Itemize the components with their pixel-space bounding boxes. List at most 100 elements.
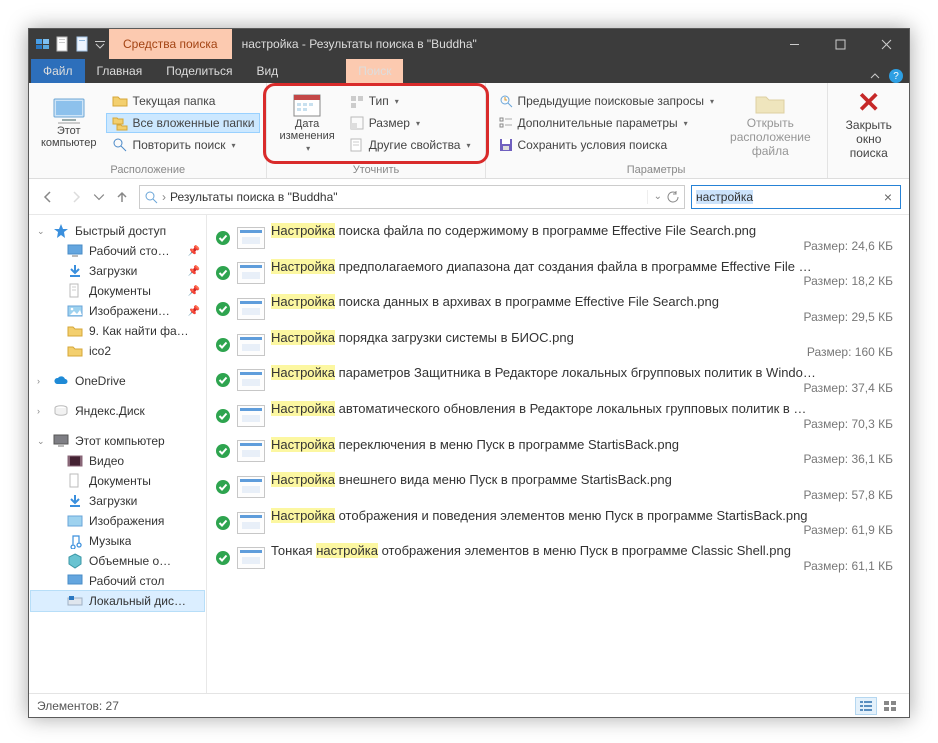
downloads-icon (67, 493, 83, 509)
file-thumbnail (237, 227, 265, 249)
nav-pc-item[interactable]: Видео (31, 451, 204, 471)
pin-icon: 📌 (188, 306, 200, 317)
synced-check-icon (215, 515, 231, 531)
result-row[interactable]: Настройка порядка загрузки системы в БИО… (209, 328, 907, 362)
qat-customize-icon[interactable] (95, 39, 105, 49)
nav-onedrive[interactable]: ›OneDrive (31, 371, 204, 391)
nav-pc-item[interactable]: Локальный дис… (31, 591, 204, 611)
current-folder-button[interactable]: Текущая папка (106, 91, 260, 111)
result-row[interactable]: Настройка поиска данных в архивах в прог… (209, 292, 907, 326)
nav-quick-item[interactable]: 9. Как найти фа… (31, 321, 204, 341)
result-row[interactable]: Настройка отображения и поведения элемен… (209, 506, 907, 540)
refresh-icon[interactable] (666, 190, 680, 204)
close-search-button[interactable]: ✕ Закрыть окно поиска (834, 85, 904, 160)
nav-pc-item[interactable]: Документы (31, 471, 204, 491)
nav-pc-item[interactable]: Загрузки (31, 491, 204, 511)
result-row[interactable]: Настройка предполагаемого диапазона дат … (209, 257, 907, 291)
pictures-icon (67, 303, 83, 319)
tab-view[interactable]: Вид (244, 59, 290, 83)
close-button[interactable] (863, 29, 909, 59)
tab-search[interactable]: Поиск (346, 59, 403, 83)
pictures-icon (67, 513, 83, 529)
file-thumbnail (237, 334, 265, 356)
result-row[interactable]: Настройка поиска файла по содержимому в … (209, 221, 907, 255)
open-location-button[interactable]: Открыть расположение файла (720, 87, 821, 158)
nav-this-pc[interactable]: ⌄Этот компьютер (31, 431, 204, 451)
nav-quick-item[interactable]: Рабочий сто…📌 (31, 241, 204, 261)
result-filename: Настройка переключения в меню Пуск в про… (271, 437, 901, 453)
collapse-ribbon-icon[interactable] (869, 70, 881, 82)
result-filename: Настройка внешнего вида меню Пуск в прог… (271, 472, 901, 488)
expander-icon[interactable]: ⌄ (37, 226, 47, 237)
nav-recent-button[interactable] (93, 186, 105, 208)
details-view-button[interactable] (855, 697, 877, 715)
result-filename: Настройка поиска данных в архивах в прог… (271, 294, 901, 310)
size-icon (349, 115, 365, 131)
result-filename: Настройка параметров Защитника в Редакто… (271, 365, 901, 381)
result-row[interactable]: Настройка автоматического обновления в Р… (209, 399, 907, 433)
recent-searches-button[interactable]: Предыдущие поисковые запросы▾ (492, 91, 721, 111)
tab-share[interactable]: Поделиться (154, 59, 244, 83)
save-icon (498, 137, 514, 153)
nav-pc-item[interactable]: Объемные о… (31, 551, 204, 571)
search-again-button[interactable]: Повторить поиск ▾ (106, 135, 260, 155)
breadcrumb-segment[interactable]: Результаты поиска в "Buddha" (170, 190, 338, 204)
documents-icon (67, 283, 83, 299)
synced-check-icon (215, 337, 231, 353)
chevron-down-icon[interactable]: ⌄ (654, 191, 662, 202)
advanced-options-button[interactable]: Дополнительные параметры▾ (492, 113, 721, 133)
help-icon[interactable]: ? (889, 69, 903, 83)
nav-quick-item[interactable]: ico2 (31, 341, 204, 361)
search-input[interactable]: настройка × (691, 185, 901, 209)
ribbon-group-options: Предыдущие поисковые запросы▾ Дополнител… (486, 83, 828, 178)
nav-quick-access[interactable]: ⌄ Быстрый доступ (31, 221, 204, 241)
tab-file[interactable]: Файл (31, 59, 85, 83)
folder-icon (67, 343, 83, 359)
ribbon: Этот компьютер Текущая папка Все вложенн… (29, 83, 909, 179)
date-modified-button[interactable]: Дата изменения ▾ (275, 90, 338, 156)
all-subfolders-button[interactable]: Все вложенные папки (106, 113, 260, 133)
item-count: Элементов: 27 (37, 699, 119, 713)
documents-icon (67, 473, 83, 489)
result-filename: Настройка автоматического обновления в Р… (271, 401, 901, 417)
nav-quick-item[interactable]: Загрузки📌 (31, 261, 204, 281)
thumbnails-view-button[interactable] (879, 697, 901, 715)
qat-newfolder-icon[interactable] (75, 36, 91, 52)
nav-forward-button[interactable] (65, 186, 87, 208)
result-row[interactable]: Тонкая настройка отображения элементов в… (209, 541, 907, 575)
type-button[interactable]: Тип▾ (343, 91, 477, 111)
ribbon-tabs: Файл Главная Поделиться Вид Поиск ? (29, 59, 909, 83)
result-row[interactable]: Настройка внешнего вида меню Пуск в прог… (209, 470, 907, 504)
ribbon-group-refine: Дата изменения ▾ Тип▾ Размер▾ Другие сво… (267, 83, 485, 178)
results-pane[interactable]: Настройка поиска файла по содержимому в … (207, 215, 909, 693)
maximize-button[interactable] (817, 29, 863, 59)
nav-pc-item[interactable]: Изображения (31, 511, 204, 531)
save-search-button[interactable]: Сохранить условия поиска (492, 135, 721, 155)
qat-properties-icon[interactable] (55, 36, 71, 52)
nav-pc-item[interactable]: Рабочий стол (31, 571, 204, 591)
nav-quick-item[interactable]: Изображени…📌 (31, 301, 204, 321)
size-button[interactable]: Размер▾ (343, 113, 477, 133)
address-bar[interactable]: › Результаты поиска в "Buddha" ⌄ (139, 185, 685, 209)
videos-icon (67, 453, 83, 469)
synced-check-icon (215, 372, 231, 388)
nav-up-button[interactable] (111, 186, 133, 208)
navigation-pane[interactable]: ⌄ Быстрый доступ Рабочий сто…📌 Загрузки📌… (29, 215, 207, 693)
star-icon (53, 223, 69, 239)
this-pc-scope-button[interactable]: Этот компьютер (35, 93, 102, 153)
folder-tree-icon (112, 115, 128, 131)
file-thumbnail (237, 476, 265, 498)
clear-search-icon[interactable]: × (880, 189, 896, 205)
result-row[interactable]: Настройка параметров Защитника в Редакто… (209, 363, 907, 397)
nav-back-button[interactable] (37, 186, 59, 208)
result-filename: Настройка отображения и поведения элемен… (271, 508, 901, 524)
computer-icon (53, 433, 69, 449)
minimize-button[interactable] (771, 29, 817, 59)
nav-yandex-disk[interactable]: ›Яндекс.Диск (31, 401, 204, 421)
file-thumbnail (237, 298, 265, 320)
other-props-button[interactable]: Другие свойства▾ (343, 135, 477, 155)
result-row[interactable]: Настройка переключения в меню Пуск в про… (209, 435, 907, 469)
nav-quick-item[interactable]: Документы📌 (31, 281, 204, 301)
nav-pc-item[interactable]: Музыка (31, 531, 204, 551)
tab-home[interactable]: Главная (85, 59, 155, 83)
